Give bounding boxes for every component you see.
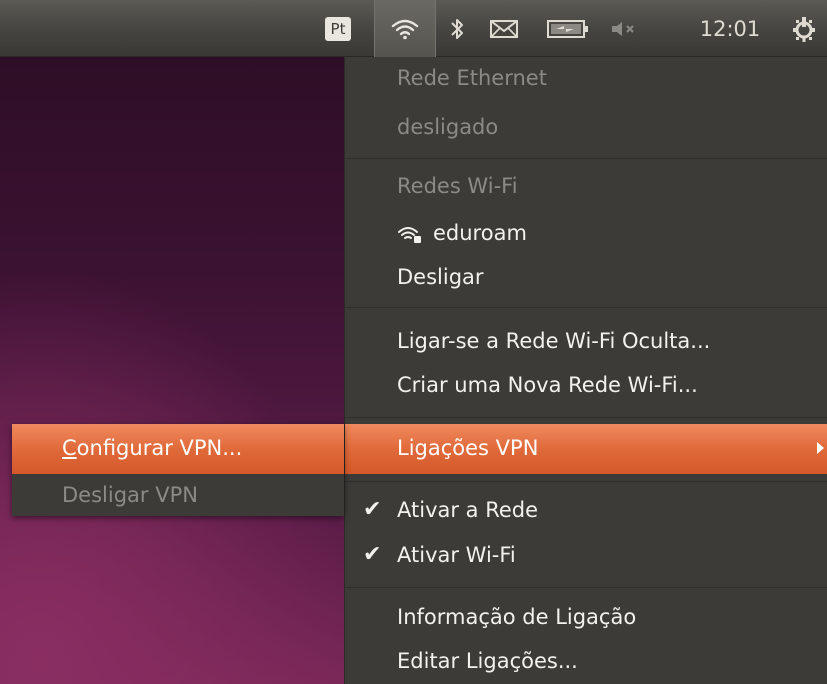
vpn-connections-label: Ligações VPN bbox=[397, 436, 539, 460]
sound-indicator[interactable] bbox=[604, 0, 644, 57]
bluetooth-icon bbox=[451, 18, 463, 39]
connection-info-item[interactable]: Informação de Ligação bbox=[397, 607, 636, 628]
submenu-arrow-icon bbox=[817, 442, 824, 454]
network-menu: Rede Ethernet desligado Redes Wi-Fi edur… bbox=[344, 57, 827, 684]
create-new-network-item[interactable]: Criar uma Nova Rede Wi-Fi... bbox=[397, 375, 698, 396]
keyboard-layout-indicator[interactable]: Pt bbox=[318, 0, 358, 57]
wifi-icon bbox=[391, 19, 419, 39]
enable-wifi-item[interactable]: Ativar Wi-Fi bbox=[397, 545, 516, 566]
menu-separator bbox=[345, 417, 827, 418]
mail-icon bbox=[490, 19, 518, 38]
checkmark-icon: ✔ bbox=[363, 542, 382, 567]
power-settings-icon bbox=[793, 16, 815, 42]
wifi-network-item[interactable]: eduroam bbox=[397, 223, 527, 244]
keyboard-layout-label: Pt bbox=[325, 16, 351, 41]
battery-indicator[interactable] bbox=[542, 0, 594, 57]
wifi-header: Redes Wi-Fi bbox=[397, 174, 518, 198]
ethernet-header: Rede Ethernet bbox=[397, 66, 547, 90]
menu-separator bbox=[345, 481, 827, 482]
menu-separator bbox=[345, 587, 827, 588]
battery-icon bbox=[547, 19, 588, 38]
disconnect-wifi-item[interactable]: Desligar bbox=[397, 267, 484, 288]
clock[interactable]: 12:01 bbox=[690, 0, 770, 57]
volume-muted-icon bbox=[612, 21, 634, 36]
network-indicator[interactable] bbox=[374, 0, 436, 57]
vpn-submenu: Configurar VPN... Desligar VPN bbox=[12, 424, 344, 516]
configure-vpn-item[interactable]: Configurar VPN... bbox=[12, 424, 344, 474]
configure-vpn-text: onfigurar VPN... bbox=[76, 436, 243, 460]
enable-network-item[interactable]: Ativar a Rede bbox=[397, 500, 538, 521]
connect-hidden-network-item[interactable]: Ligar-se a Rede Wi-Fi Oculta... bbox=[397, 331, 710, 352]
edit-connections-item[interactable]: Editar Ligações... bbox=[397, 651, 578, 672]
bluetooth-indicator[interactable] bbox=[444, 0, 470, 57]
top-panel: Pt 12:01 bbox=[0, 0, 827, 57]
disconnect-vpn-item: Desligar VPN bbox=[62, 483, 198, 507]
checkmark-icon: ✔ bbox=[363, 497, 382, 522]
ethernet-status: desligado bbox=[397, 115, 499, 139]
menu-separator bbox=[345, 158, 827, 159]
session-indicator[interactable] bbox=[786, 0, 822, 57]
wifi-network-label: eduroam bbox=[433, 221, 527, 245]
mnemonic-letter: C bbox=[62, 436, 77, 460]
vpn-connections-item[interactable]: Ligações VPN bbox=[345, 424, 827, 474]
wifi-signal-icon bbox=[398, 227, 421, 243]
messaging-indicator[interactable] bbox=[484, 0, 524, 57]
configure-vpn-label: Configurar VPN... bbox=[62, 438, 242, 459]
menu-separator bbox=[345, 307, 827, 308]
